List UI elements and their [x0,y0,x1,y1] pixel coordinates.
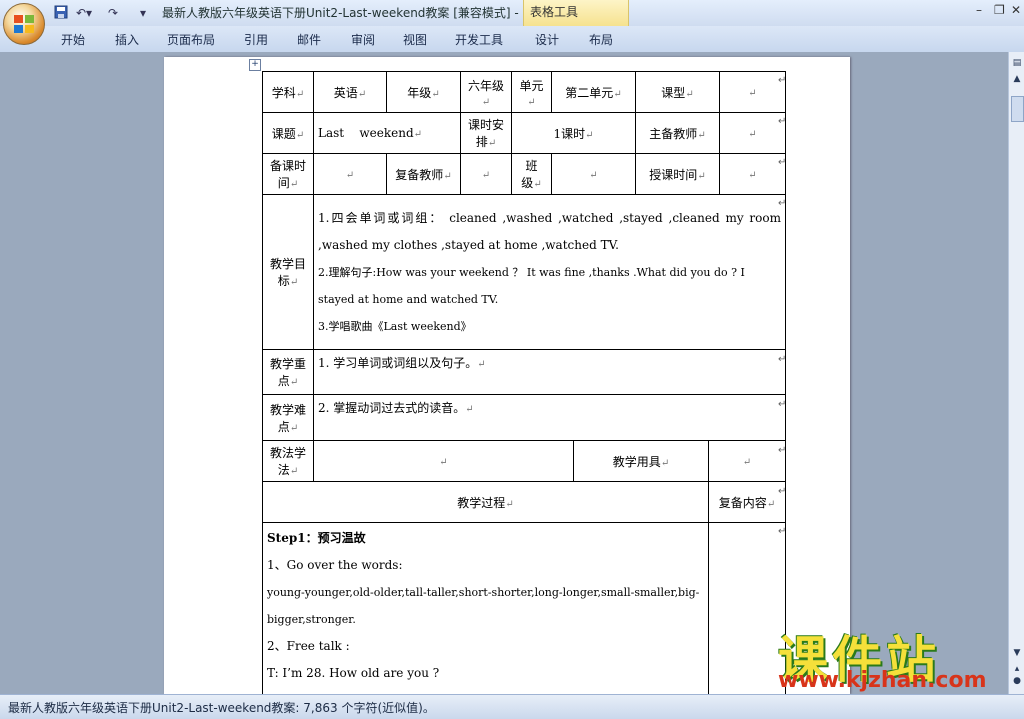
goals-content[interactable]: 1.四会单词或词组： cleaned ,washed ,watched ,sta… [313,194,786,350]
tab-mailings[interactable]: 邮件 [297,31,321,48]
grade-value[interactable]: 六年级↵ [460,71,512,113]
lesson-plan-table[interactable]: 学科↵ 英语↵ 年级↵ 六年级↵ 单元↵ 第二单元↵ 课型↵ ↵ 课题↵ Las… [262,71,786,698]
end-of-row-mark: ↵ [778,157,787,168]
unit-label: 单元↵ [511,71,552,113]
restore-icon[interactable]: ❐ [994,3,1005,17]
step-line: 1、Go over the words: [267,558,403,572]
key-points-label: 教学重点↵ [262,349,314,395]
end-of-row-mark: ↵ [778,198,787,209]
browse-object-icon[interactable]: ● [1012,676,1022,686]
tools-label: 教学用具↵ [573,440,709,482]
review-header: 复备内容↵ [708,481,786,523]
method-label: 教法学法↵ [262,440,314,482]
ribbon-tabs: 开始 插入 页面布局 引用 邮件 审阅 视图 开发工具 设计 布局 ? [0,26,1024,71]
status-bar: 最新人教版六年级英语下册Unit2-Last-weekend教案: 7,863 … [0,694,1024,719]
status-text: 最新人教版六年级英语下册Unit2-Last-weekend教案: 7,863 … [8,701,435,715]
end-of-row-mark: ↵ [778,526,787,537]
tab-developer[interactable]: 开发工具 [455,31,503,48]
tab-review[interactable]: 审阅 [351,31,375,48]
reprep-teacher-value[interactable]: ↵ [460,153,512,195]
class-label: 班 级↵ [511,153,552,195]
lead-teacher-value[interactable]: ↵ [719,112,786,154]
tools-value[interactable]: ↵ [708,440,786,482]
class-value[interactable]: ↵ [551,153,636,195]
minimize-icon[interactable]: – [976,3,982,17]
difficulties-content[interactable]: 2. 掌握动词过去式的读音。↵ [313,394,786,441]
grade-label: 年级↵ [386,71,461,113]
step1-content[interactable]: Step1：预习温故 1、Go over the words: young-yo… [262,522,709,698]
tab-insert[interactable]: 插入 [115,31,139,48]
tab-references[interactable]: 引用 [244,31,268,48]
watermark-url: www.kjzhan.com [778,668,987,693]
lead-teacher-label: 主备教师↵ [635,112,720,154]
tab-home[interactable]: 开始 [61,31,85,48]
tab-page-layout[interactable]: 页面布局 [167,31,215,48]
end-of-row-mark: ↵ [778,75,787,86]
redo-icon[interactable]: ↷ [108,5,118,21]
topic-value[interactable]: Last weekend↵ [313,112,461,154]
end-of-row-mark: ↵ [778,354,787,365]
scroll-up-icon[interactable]: ▲ [1012,74,1022,84]
scroll-down-icon[interactable]: ▼ [1012,648,1022,658]
table-tools-context-tab: 表格工具 [523,0,629,26]
schedule-label: 课时安排↵ [460,112,512,154]
goal-item: 3.学唱歌曲《Last weekend》 [318,319,472,333]
undo-icon[interactable]: ↶▾ [76,5,92,21]
goal-item: 1.四会单词或词组： cleaned ,washed ,watched ,sta… [318,210,781,252]
difficulties-label: 教学难点↵ [262,394,314,441]
lesson-type-label: 课型↵ [635,71,720,113]
end-of-row-mark: ↵ [778,486,787,497]
ruler-toggle-icon[interactable]: ▤ [1012,58,1022,68]
goals-label: 教学目标↵ [262,194,314,350]
customize-qat-icon[interactable]: ▾ [140,5,146,21]
reprep-teacher-label: 复备教师↵ [386,153,461,195]
previous-page-icon[interactable]: ▴ [1012,664,1022,674]
step-title: Step1：预习温故 [267,531,366,545]
end-of-row-mark: ↵ [778,399,787,410]
step-line: young-younger,old-older,tall-taller,shor… [267,586,700,626]
end-of-row-mark: ↵ [778,445,787,456]
save-icon[interactable] [54,5,68,21]
prep-time-value[interactable]: ↵ [313,153,387,195]
subject-value[interactable]: 英语↵ [313,71,387,113]
office-button[interactable] [3,3,45,45]
process-header: 教学过程↵ [262,481,709,523]
method-value[interactable]: ↵ [313,440,574,482]
subject-label: 学科↵ [262,71,314,113]
lesson-type-value[interactable]: ↵ [719,71,786,113]
key-points-content[interactable]: 1. 学习单词或词组以及句子。↵ [313,349,786,395]
unit-value[interactable]: 第二单元↵ [551,71,636,113]
goal-item: 2.理解句子:How was your weekend ？ It was fin… [318,265,745,306]
tab-design[interactable]: 设计 [535,31,559,48]
topic-label: 课题↵ [262,112,314,154]
end-of-row-mark: ↵ [778,116,787,127]
prep-time-label: 备课时间↵ [262,153,314,195]
tab-view[interactable]: 视图 [403,31,427,48]
teach-time-value[interactable]: ↵ [719,153,786,195]
vertical-scrollbar[interactable]: ▤ ▲ ▼ ▴ ● [1008,52,1024,694]
step-line: T: I’m 28. How old are you ? [267,666,440,680]
review-content[interactable] [708,522,786,698]
tab-layout[interactable]: 布局 [589,31,613,48]
watermark: 课件站 www.kjzhan.com [778,620,1008,693]
step-line: 2、Free talk : [267,639,350,653]
title-bar: ↶▾ ↷ ▾ 最新人教版六年级英语下册Unit2-Last-weekend教案 … [0,0,1024,26]
office-logo-icon [14,15,34,33]
scrollbar-thumb[interactable] [1011,96,1024,122]
close-icon[interactable]: ✕ [1011,3,1021,17]
schedule-value[interactable]: 1课时↵ [511,112,636,154]
table-move-handle-icon[interactable]: + [249,59,261,71]
context-tab-label: 表格工具 [530,5,579,19]
teach-time-label: 授课时间↵ [635,153,720,195]
